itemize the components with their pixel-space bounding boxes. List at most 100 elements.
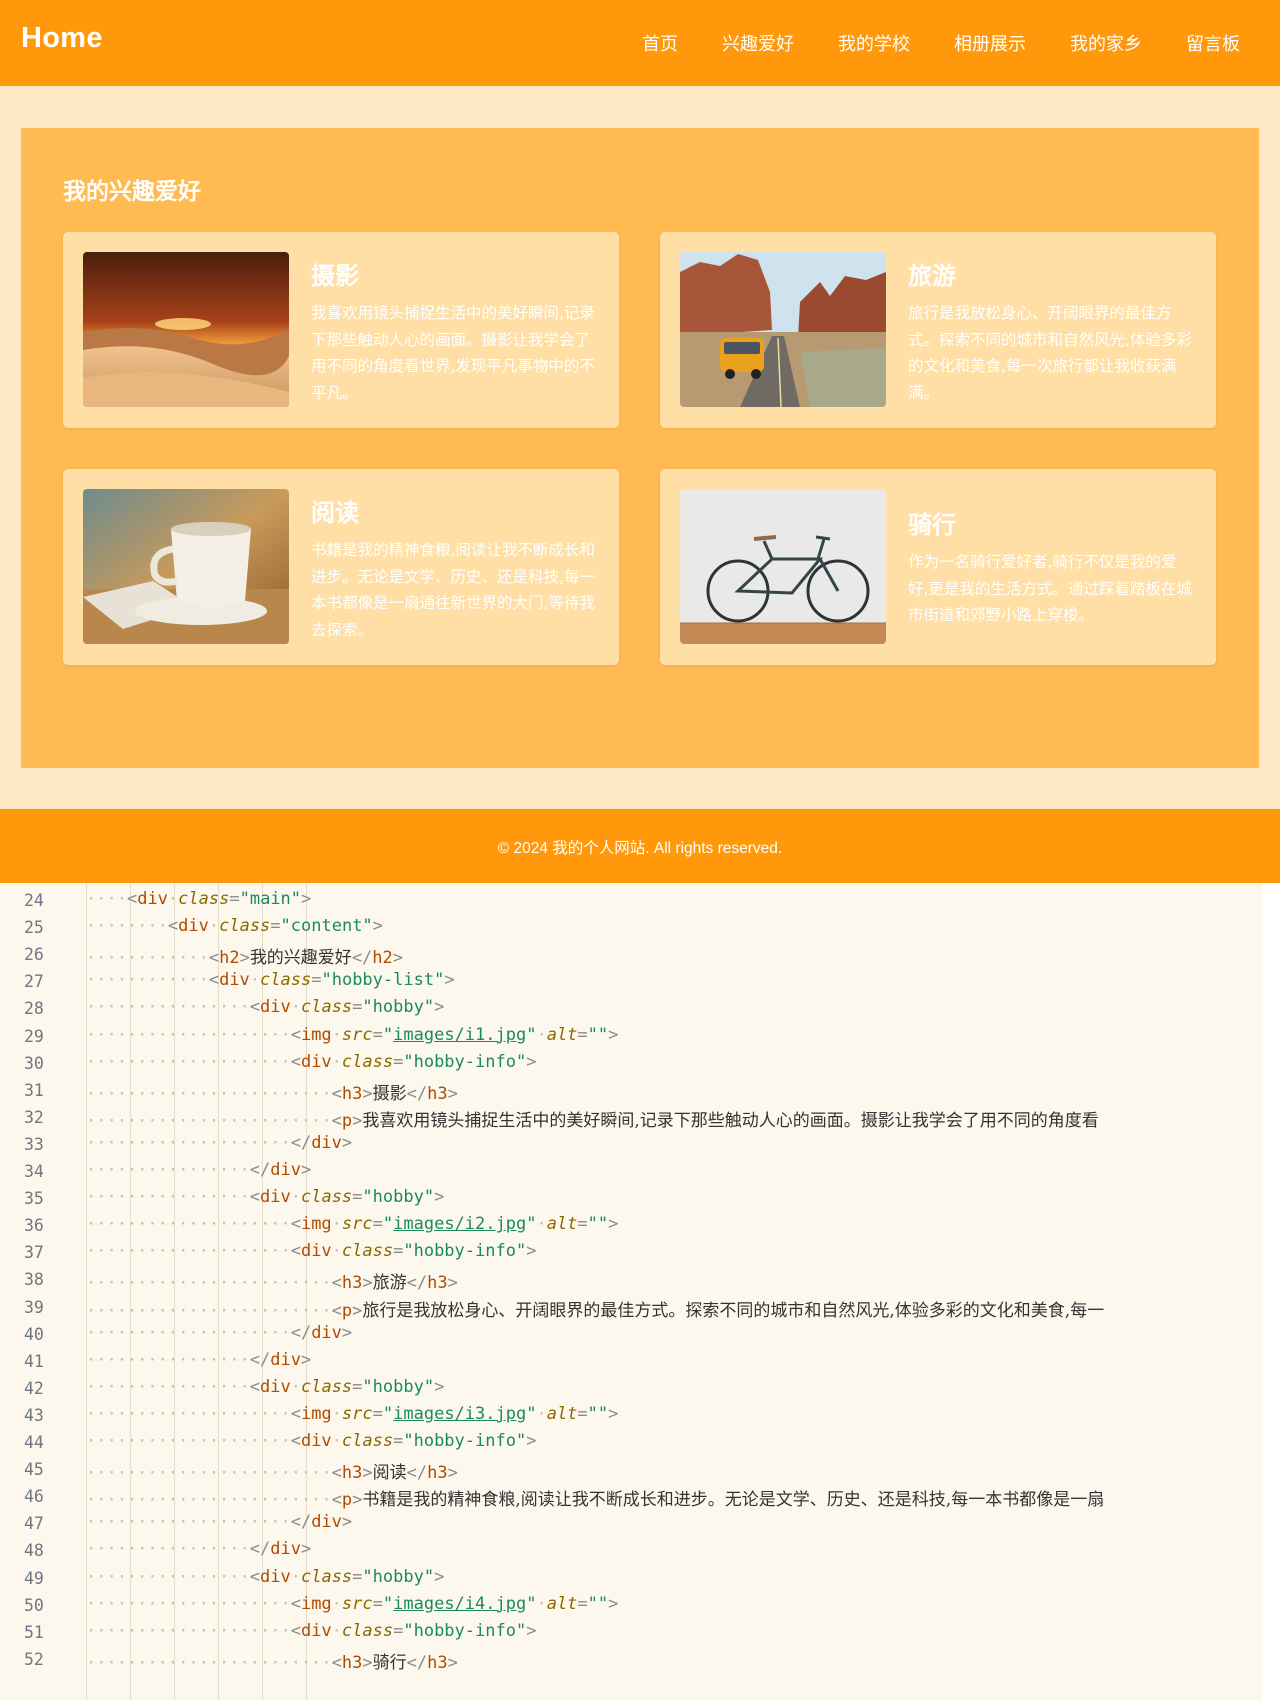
code-token: </ [406, 1083, 428, 1104]
code-line[interactable]: ····················</div> [86, 1323, 1262, 1350]
code-line[interactable]: ················<div·class="hobby"> [86, 997, 1262, 1024]
line-number: 40 [24, 1324, 44, 1344]
indent-whitespace: ················ [86, 1160, 250, 1180]
code-line[interactable]: ················<div·class="hobby"> [86, 1567, 1262, 1594]
nav-item-school[interactable]: 我的学校 [838, 30, 910, 56]
main-nav: 首页 兴趣爱好 我的学校 相册展示 我的家乡 留言板 [598, 30, 1240, 56]
code-token: "" [587, 1214, 609, 1235]
code-token: · [331, 1214, 342, 1235]
code-token: · [536, 1214, 547, 1235]
line-number: 30 [24, 1053, 44, 1073]
code-line[interactable]: ························<p>我喜欢用镜头捕捉生活中的美… [86, 1106, 1262, 1133]
code-line[interactable]: ························<h3>骑行</h3> [86, 1648, 1262, 1675]
code-token: class [219, 916, 271, 937]
nav-item-home[interactable]: 首页 [642, 30, 678, 56]
code-line[interactable]: ····<div·class="main"> [86, 889, 1262, 916]
code-line[interactable]: ························<h3>旅游</h3> [86, 1268, 1262, 1295]
indent-whitespace: ················ [86, 997, 250, 1018]
indent-whitespace: ············ [86, 948, 209, 969]
code-line[interactable]: ····················<img·src="images/i4.… [86, 1594, 1262, 1621]
code-line[interactable]: ············<div·class="hobby-list"> [86, 970, 1262, 997]
code-line[interactable]: ····················</div> [86, 1133, 1262, 1160]
code-token: div [260, 1566, 291, 1587]
code-line[interactable]: ························<h3>摄影</h3> [86, 1079, 1262, 1106]
site-header: Home 首页 兴趣爱好 我的学校 相册展示 我的家乡 留言板 [0, 0, 1280, 86]
indent-whitespace: ···················· [86, 1132, 291, 1153]
nav-item-hobbies[interactable]: 兴趣爱好 [722, 30, 794, 56]
code-token: "" [587, 1593, 609, 1614]
code-token: < [290, 1024, 301, 1045]
code-token: "hobby-info" [403, 1051, 527, 1072]
line-number: 27 [24, 972, 44, 992]
nav-item-hometown[interactable]: 我的家乡 [1070, 30, 1142, 56]
code-token: " [382, 1403, 394, 1424]
desert-sunset-photo [83, 252, 289, 407]
code-view[interactable]: 24 ····<div·class="main"> 25 ········<div·c… [0, 883, 1262, 1700]
code-token: = [372, 1403, 383, 1424]
code-line[interactable]: ····················<img·src="images/i1.… [86, 1025, 1262, 1052]
code-line[interactable]: ····················<div·class="hobby-in… [86, 1241, 1262, 1268]
code-line[interactable]: ····················<div·class="hobby-in… [86, 1621, 1262, 1648]
code-line[interactable]: ················<div·class="hobby"> [86, 1187, 1262, 1214]
code-token: div [260, 1187, 291, 1208]
code-token: < [331, 1652, 342, 1673]
site-footer: © 2024 我的个人网站. All rights reserved. [0, 809, 1280, 883]
code-token: div [270, 1160, 301, 1180]
indent-whitespace: ················ [86, 1539, 250, 1560]
indent-whitespace: ························ [86, 1490, 332, 1511]
code-token: = [393, 1620, 404, 1641]
code-token: div [300, 1241, 332, 1262]
hobby-description: 我喜欢用镜头捕捉生活中的美好瞬间,记录下那些触动人心的画面。摄影让我学会了用不同… [311, 304, 595, 402]
code-line[interactable]: ················<div·class="hobby"> [86, 1377, 1262, 1404]
code-line[interactable]: ····················<div·class="hobby-in… [86, 1431, 1262, 1458]
code-token: · [331, 1620, 342, 1641]
code-token: "hobby" [362, 1376, 435, 1397]
code-token: · [331, 1024, 342, 1045]
code-line[interactable]: ····················<img·src="images/i2.… [86, 1214, 1262, 1241]
code-token: div [311, 1512, 342, 1533]
indent-whitespace: ························ [86, 1110, 332, 1131]
code-line[interactable]: ························<p>书籍是我的精神食粮,阅读让… [86, 1485, 1262, 1512]
code-token: = [393, 1051, 404, 1072]
code-line[interactable]: ················</div> [86, 1539, 1262, 1566]
code-token: · [290, 1376, 301, 1397]
code-token: h3 [341, 1463, 363, 1484]
code-token: > [392, 948, 404, 969]
code-token: < [208, 970, 220, 991]
code-line[interactable]: ················</div> [86, 1350, 1262, 1377]
code-token: < [290, 1051, 301, 1072]
line-number: 42 [24, 1378, 44, 1398]
code-token: > [300, 1539, 312, 1560]
indent-whitespace: ···· [86, 889, 127, 909]
line-number: 41 [24, 1351, 44, 1371]
code-token: < [331, 1463, 342, 1484]
code-line[interactable]: ····················</div> [86, 1512, 1262, 1539]
line-number: 46 [24, 1487, 44, 1507]
code-line[interactable]: ············<h2>我的兴趣爱好</h2> [86, 943, 1262, 970]
code-token: < [290, 1593, 301, 1614]
code-token: · [249, 970, 261, 991]
indent-whitespace: ···················· [86, 1620, 291, 1641]
code-token: images/i2.jpg [393, 1214, 527, 1235]
site-logo[interactable]: Home [21, 22, 103, 55]
code-line[interactable]: ········<div·class="content"> [86, 916, 1262, 943]
code-token: = [352, 1566, 363, 1587]
hobby-description: 旅行是我放松身心、开阔眼界的最佳方式。探索不同的城市和自然风光,体验多彩的文化和… [908, 304, 1192, 402]
line-number: 36 [24, 1216, 44, 1236]
code-token: " [526, 1214, 537, 1235]
code-token: h3 [341, 1652, 363, 1673]
code-line[interactable]: ························<h3>阅读</h3> [86, 1458, 1262, 1485]
code-line[interactable]: ····················<img·src="images/i3.… [86, 1404, 1262, 1431]
code-token: < [249, 1566, 261, 1587]
coffee-cup-photo [83, 489, 289, 644]
code-token: > [300, 1160, 312, 1180]
code-line[interactable]: ····················<div·class="hobby-in… [86, 1052, 1262, 1079]
code-editor[interactable]: 24 ····<div·class="main"> 25 ········<div·c… [0, 883, 1280, 1700]
code-token: div [270, 1349, 301, 1370]
nav-item-album[interactable]: 相册展示 [954, 30, 1026, 56]
nav-item-guestbook[interactable]: 留言板 [1186, 30, 1240, 56]
code-line[interactable]: ························<p>旅行是我放松身心、开阔眼界… [86, 1296, 1262, 1323]
code-line[interactable]: ················</div> [86, 1160, 1262, 1187]
code-token: div [260, 1376, 291, 1397]
hobby-card-cycling: 骑行 作为一名骑行爱好者,骑行不仅是我的爱好,更是我的生活方式。通过踩着踏板在城… [660, 469, 1216, 665]
